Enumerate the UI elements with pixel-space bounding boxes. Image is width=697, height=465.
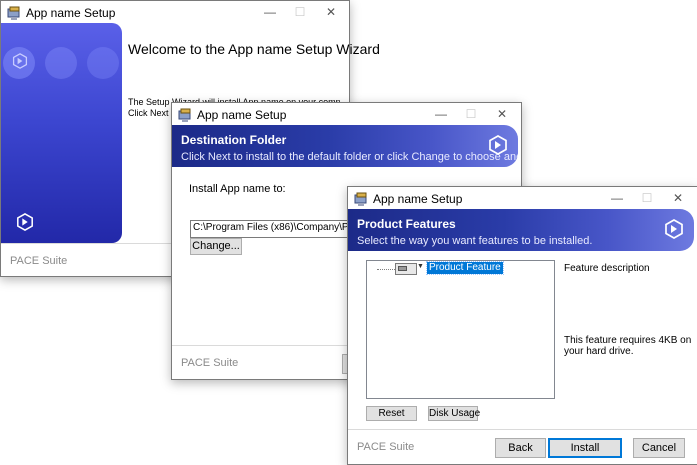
tree-item-label: Product Feature [426, 261, 504, 275]
title-bar[interactable]: App name Setup — ☐ ✕ [348, 187, 697, 211]
feature-state-icon[interactable] [395, 263, 417, 275]
reset-button[interactable]: Reset [366, 406, 417, 421]
pace-logo-icon [17, 213, 33, 231]
decorative-circle [45, 47, 77, 79]
welcome-heading: Welcome to the App name Setup Wizard [128, 41, 380, 57]
pace-logo-icon [665, 219, 683, 239]
maximize-button[interactable]: ☐ [283, 1, 317, 25]
footer-brand: PACE Suite [357, 441, 415, 453]
window-title: App name Setup [26, 6, 116, 20]
header-banner: Destination Folder Click Next to install… [172, 125, 518, 167]
feature-requirements-line: This feature requires 4KB on [564, 335, 692, 346]
installer-app-icon [178, 108, 191, 122]
footer-separator [348, 429, 697, 430]
feature-requirements: This feature requires 4KB on your hard d… [564, 335, 691, 357]
install-location-label: Install App name to: [189, 183, 286, 195]
window-title: App name Setup [373, 192, 463, 206]
welcome-side-panel [1, 23, 122, 243]
close-button[interactable]: ✕ [485, 103, 519, 127]
header-banner: Product Features Select the way you want… [348, 209, 694, 251]
minimize-button[interactable]: — [424, 103, 458, 127]
minimize-button[interactable]: — [253, 1, 287, 25]
feature-tree[interactable]: ▼ Product Feature [366, 260, 555, 399]
installer-app-icon [354, 192, 367, 206]
maximize-button[interactable]: ☐ [454, 103, 488, 127]
decorative-circle [87, 47, 119, 79]
maximize-button[interactable]: ☐ [630, 187, 664, 211]
product-features-window: App name Setup — ☐ ✕ Product Features Se… [347, 186, 697, 465]
close-button[interactable]: ✕ [314, 1, 348, 25]
install-button[interactable]: Install [548, 438, 622, 458]
title-bar[interactable]: App name Setup — ☐ ✕ [172, 103, 521, 127]
feature-description: Feature description [564, 263, 650, 274]
header-subtitle: Click Next to install to the default fol… [181, 151, 518, 163]
header-subtitle: Select the way you want features to be i… [357, 235, 593, 247]
title-bar[interactable]: App name Setup — ☐ ✕ [1, 1, 349, 25]
back-button[interactable]: Back [495, 438, 546, 458]
tree-connector [377, 269, 395, 271]
pace-logo-icon [489, 135, 507, 155]
header-title: Destination Folder [181, 133, 287, 147]
change-button[interactable]: Change... [190, 238, 242, 255]
header-title: Product Features [357, 217, 456, 231]
footer-brand: PACE Suite [181, 357, 239, 369]
installer-app-icon [7, 6, 20, 20]
cancel-button[interactable]: Cancel [633, 438, 685, 458]
minimize-button[interactable]: — [600, 187, 634, 211]
disk-usage-button[interactable]: Disk Usage [428, 406, 480, 421]
pace-logo-icon [12, 53, 28, 69]
window-title: App name Setup [197, 108, 287, 122]
footer-brand: PACE Suite [10, 255, 68, 267]
chevron-down-icon: ▼ [417, 263, 424, 270]
close-button[interactable]: ✕ [661, 187, 695, 211]
feature-requirements-line: your hard drive. [564, 346, 634, 357]
drive-icon [398, 266, 407, 271]
